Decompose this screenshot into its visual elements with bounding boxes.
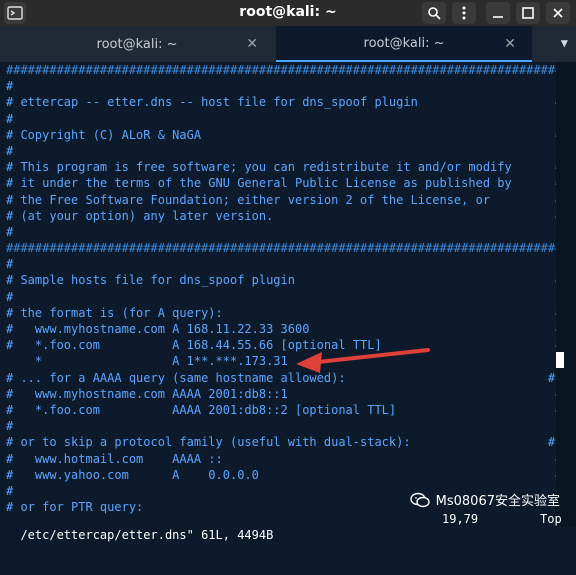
status-position: 19,79 — [442, 512, 479, 526]
terminal-line: # Copyright (C) ALoR & NaGA # — [6, 127, 556, 142]
terminal-line: # *.foo.com A 168.44.55.66 [optional TTL… — [6, 338, 556, 353]
watermark: Ms08067安全实验室 — [409, 490, 560, 509]
terminal-line: # the Free Software Foundation; either v… — [6, 192, 556, 207]
terminal-line: # www.hotmail.com AAAA :: # — [6, 451, 556, 466]
terminal-scrollbar[interactable] — [556, 62, 576, 527]
terminal-line: # *.foo.com AAAA 2001:db8::2 [optional T… — [6, 402, 556, 417]
tabs-dropdown-icon[interactable]: ▼ — [561, 36, 568, 50]
terminal-line: # # — [6, 79, 556, 94]
terminal-line: # # — [6, 111, 556, 126]
terminal-line: # # — [6, 419, 556, 434]
terminal-line: * A 1**.***.173.31 — [6, 354, 288, 369]
terminal-line: # www.yahoo.com A 0.0.0.0 # — [6, 467, 556, 482]
tab-1[interactable]: root@kali: ~ ✕ — [0, 26, 274, 62]
close-icon — [553, 8, 563, 18]
vim-status-line: /etc/ettercap/etter.dns" 61L, 4494B 19,7… — [0, 511, 576, 542]
search-icon — [428, 7, 441, 20]
terminal-line: # or to skip a protocol family (useful w… — [6, 435, 556, 450]
terminal-line: # the format is (for A query): # — [6, 305, 556, 320]
search-button[interactable] — [422, 2, 446, 24]
terminal-line: # ... for a AAAA query (same hostname al… — [6, 370, 556, 385]
terminal-line: ########################################… — [6, 241, 556, 256]
terminal-line: # # — [6, 289, 556, 304]
terminal-line: # it under the terms of the GNU General … — [6, 176, 556, 191]
status-file: /etc/ettercap/etter.dns" 61L, 4494B — [20, 528, 274, 542]
kebab-menu-icon — [462, 6, 466, 20]
terminal-output[interactable]: ########################################… — [0, 62, 556, 527]
minimize-button[interactable] — [486, 2, 510, 24]
maximize-icon — [522, 7, 534, 19]
terminal-line: # # — [6, 257, 556, 272]
maximize-button[interactable] — [516, 2, 540, 24]
close-button[interactable] — [546, 2, 570, 24]
terminal-line: # (at your option) any later version. # — [6, 208, 556, 223]
tab-bar: root@kali: ~ ✕ root@kali: ~ ✕ ▼ — [0, 26, 576, 62]
terminal-line: # www.myhostname.com A 168.11.22.33 3600… — [6, 322, 556, 336]
terminal-line: # # — [6, 224, 556, 239]
tab-2-label: root@kali: ~ — [363, 35, 445, 51]
menu-button[interactable] — [452, 2, 476, 24]
text-cursor — [556, 352, 564, 368]
status-scroll: Top — [540, 512, 562, 526]
tab-2-close-icon[interactable]: ✕ — [504, 36, 516, 52]
terminal-line: # www.myhostname.com AAAA 2001:db8::1 # — [6, 386, 556, 401]
wechat-logo-icon — [409, 492, 430, 507]
tab-1-label: root@kali: ~ — [96, 36, 178, 52]
terminal-line: # Sample hosts file for dns_spoof plugin… — [6, 273, 556, 288]
tab-1-close-icon[interactable]: ✕ — [246, 36, 258, 52]
terminal-line: # This program is free software; you can… — [6, 160, 556, 175]
tab-2[interactable]: root@kali: ~ ✕ — [276, 26, 532, 62]
watermark-text: Ms08067安全实验室 — [435, 494, 560, 509]
title-bar: root@kali: ~ — [0, 0, 576, 26]
minimize-icon — [493, 16, 503, 18]
terminal-line: ########################################… — [6, 63, 556, 77]
terminal-line: # ettercap -- etter.dns -- host file for… — [6, 95, 556, 110]
terminal-line: # # — [6, 143, 556, 158]
